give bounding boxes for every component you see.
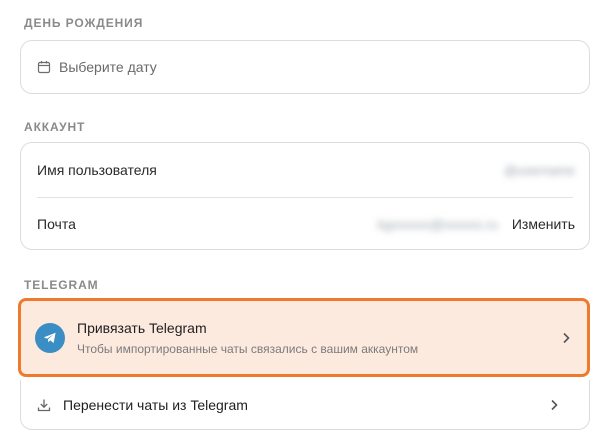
chevron-right-icon	[547, 398, 561, 412]
download-icon	[37, 398, 51, 412]
username-label: Имя пользователя	[37, 162, 157, 178]
birthday-section-title: ДЕНЬ РОЖДЕНИЯ	[24, 16, 144, 30]
transfer-chats-label: Перенести чаты из Telegram	[63, 396, 248, 413]
birthday-date-picker[interactable]: Выберите дату	[20, 40, 590, 94]
account-card: Имя пользователя @username Почта kgxxxxx…	[20, 142, 590, 250]
link-telegram-title: Привязать Telegram	[77, 319, 207, 336]
change-email-button[interactable]: Изменить	[512, 216, 575, 232]
calendar-icon	[37, 60, 51, 74]
username-row: Имя пользователя @username	[21, 143, 589, 197]
username-value: @username	[503, 162, 575, 178]
chevron-right-icon	[561, 331, 571, 345]
telegram-section-title: TELEGRAM	[24, 278, 99, 292]
link-telegram-button[interactable]: Привязать Telegram Чтобы импортированные…	[18, 298, 590, 377]
email-label: Почта	[37, 216, 76, 232]
email-value: kgxxxxxx@xxxxxx.ru	[377, 216, 498, 232]
account-section-title: АККАУНТ	[24, 120, 86, 134]
date-placeholder: Выберите дату	[59, 59, 157, 75]
transfer-chats-button[interactable]: Перенести чаты из Telegram	[20, 380, 590, 430]
email-row: Почта kgxxxxxx@xxxxxx.ru Изменить	[21, 197, 589, 251]
telegram-icon	[35, 322, 65, 353]
link-telegram-subtitle: Чтобы импортированные чаты связались с в…	[77, 341, 419, 356]
